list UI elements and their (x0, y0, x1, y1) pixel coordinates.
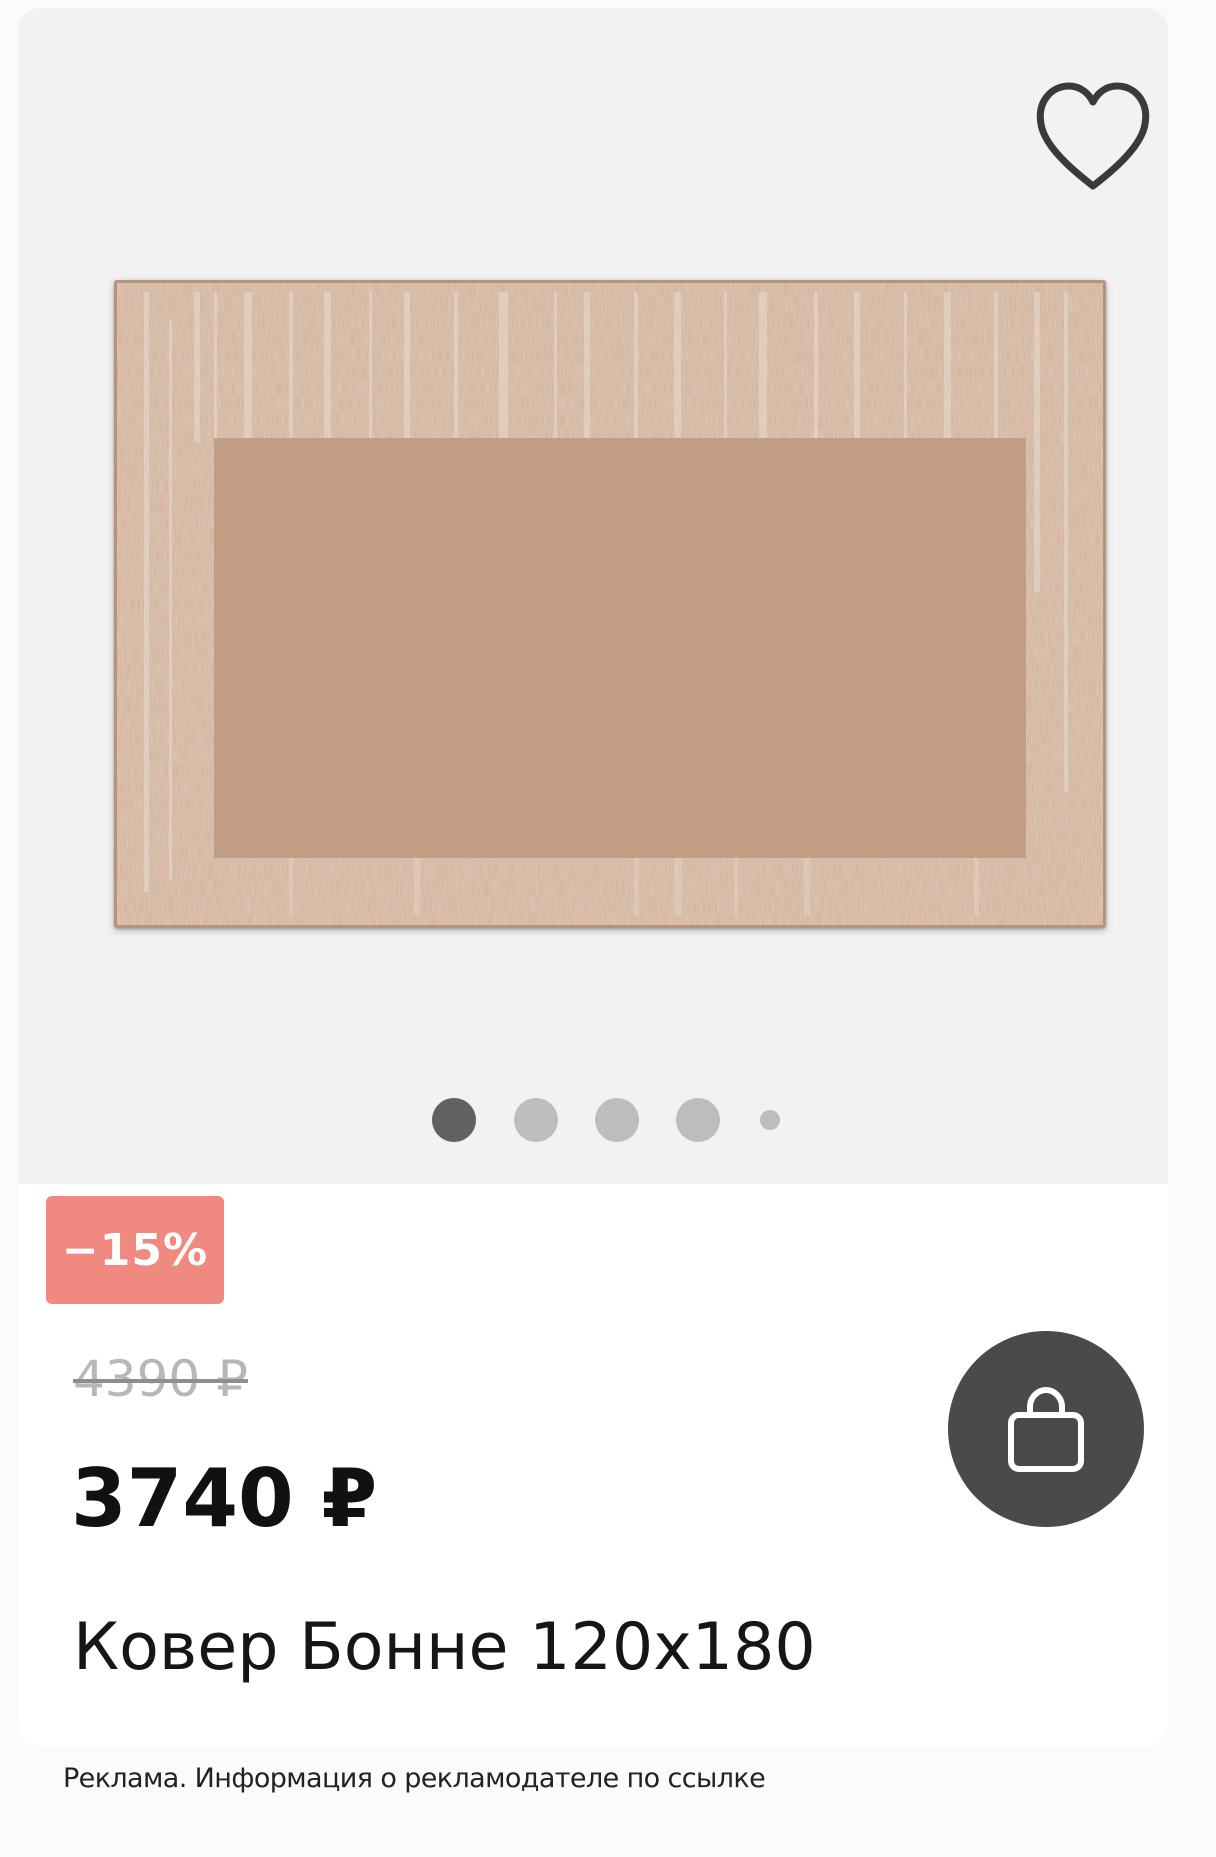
shopping-bag-icon (1008, 1386, 1084, 1472)
gallery-pagination (18, 1098, 1168, 1144)
gallery-dot-1[interactable] (432, 1098, 476, 1142)
gallery-dot-4[interactable] (676, 1098, 720, 1142)
gallery-dot-2[interactable] (514, 1098, 558, 1142)
product-card[interactable]: −15% 4390 ₽ 3740 ₽ Ковер Бонне 120х180 (18, 8, 1168, 1746)
product-image-gallery[interactable] (18, 8, 1168, 1184)
product-title[interactable]: Ковер Бонне 120х180 (73, 1610, 816, 1685)
old-price: 4390 ₽ (73, 1350, 248, 1408)
current-price: 3740 ₽ (71, 1452, 378, 1545)
product-image (114, 280, 1106, 928)
heart-outline-icon (1036, 82, 1150, 190)
gallery-dot-5[interactable] (760, 1110, 780, 1130)
add-to-cart-button[interactable] (948, 1331, 1144, 1527)
discount-badge: −15% (46, 1196, 224, 1304)
gallery-dot-3[interactable] (595, 1098, 639, 1142)
favorite-button[interactable] (1023, 68, 1163, 198)
ad-disclaimer-link[interactable]: Реклама. Информация о рекламодателе по с… (63, 1763, 766, 1794)
